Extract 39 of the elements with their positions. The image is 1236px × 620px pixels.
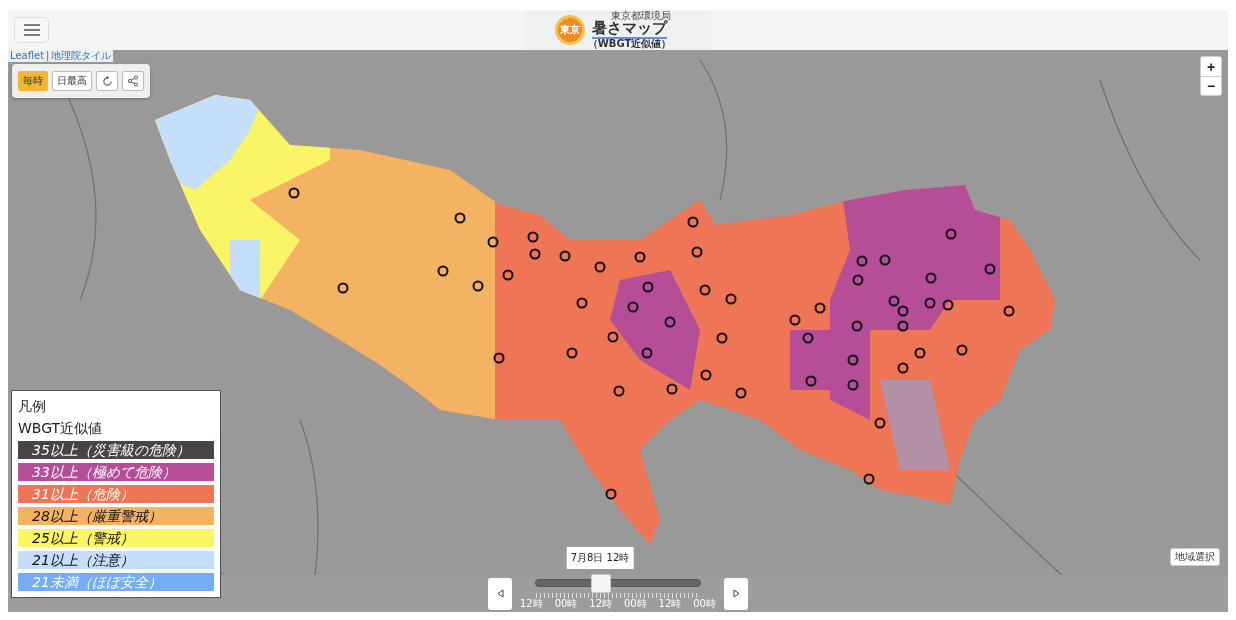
legend-item: 33以上（極めて危険） xyxy=(18,463,214,481)
legend-item: 31以上（危険） xyxy=(18,485,214,503)
tick-label: 12時 xyxy=(658,597,682,609)
legend-item: 21以上（注意） xyxy=(18,551,214,569)
zoom-out-button[interactable]: − xyxy=(1201,76,1221,95)
tick-label: 12時 xyxy=(520,597,543,609)
tick-label: 00時 xyxy=(623,597,647,609)
legend-item: 35以上（災害級の危険） xyxy=(18,441,214,459)
tick-label: 00時 xyxy=(693,597,716,609)
left-triangle-icon xyxy=(496,589,504,598)
source-link[interactable]: 地理院タイル xyxy=(51,50,112,62)
legend-item: 21未満（ほぼ安全） xyxy=(18,573,214,591)
tick-label: 00時 xyxy=(554,597,578,609)
menu-button[interactable] xyxy=(14,17,49,43)
logo-subtitle: （WBGT近似値） xyxy=(587,39,672,49)
share-button[interactable] xyxy=(122,71,144,91)
mode-button[interactable]: 日最高 xyxy=(52,71,92,91)
region-select-button[interactable]: 地域選択 xyxy=(1170,548,1220,566)
logo-title: 暑さマップ xyxy=(592,21,667,39)
legend-subtitle: WBGT近似値 xyxy=(18,419,104,437)
legend-item: 25以上（警戒） xyxy=(18,529,214,547)
refresh-button[interactable] xyxy=(96,71,118,91)
tick-label: 12時 xyxy=(589,597,612,609)
next-button[interactable] xyxy=(724,577,748,610)
agency-name: 東京都環境局 xyxy=(611,11,672,21)
slider-thumb[interactable] xyxy=(590,573,611,593)
logo-label: 東京 xyxy=(559,23,580,37)
menu-icon xyxy=(23,24,40,36)
time-tooltip: 7月8日 12時 xyxy=(566,546,634,569)
map[interactable]: Leaflet | 地理院タイル 毎時 日最高 + − 凡例 WBGT近似値 35以上（災害級の危険） 33以上（極めて危険） 31以上（危険） 28以上（厳重警戒） 25以上（警戒） 21以上（注意） 21未満（ほぼ安全） 7月8日 12時 12時 00時 12時 00時 12時 00時 地域選択 xyxy=(8,50,1228,612)
mode-button[interactable]: 毎時 xyxy=(18,71,48,91)
legend-title: 凡例 xyxy=(18,397,47,415)
refresh-icon xyxy=(101,75,113,87)
leaflet-link[interactable]: Leaflet xyxy=(10,50,45,62)
share-icon xyxy=(127,75,139,87)
right-triangle-icon xyxy=(732,589,740,598)
legend-item: 28以上（厳重警戒） xyxy=(18,507,214,525)
previous-button[interactable] xyxy=(488,577,512,610)
separator: | xyxy=(46,50,50,62)
